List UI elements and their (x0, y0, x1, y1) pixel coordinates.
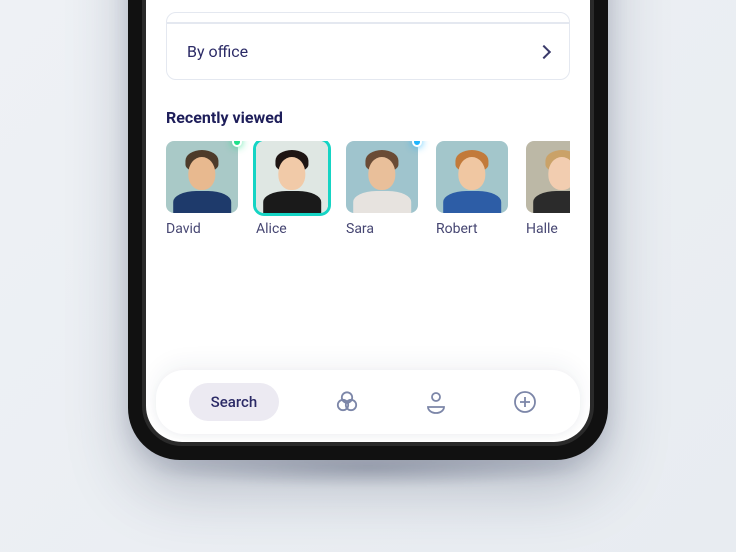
avatar[interactable] (346, 141, 418, 213)
avatar-wrap (256, 141, 328, 213)
filter-by-office-label: By office (187, 42, 248, 61)
person-name: Alice (256, 221, 328, 237)
phone-frame: By office Recently viewed David Alice Sara… (128, 0, 608, 460)
nav-search-label: Search (211, 393, 258, 411)
avatar-image (436, 141, 508, 213)
nav-profile-icon[interactable] (414, 380, 458, 424)
avatar-image (256, 141, 328, 213)
avatar[interactable] (436, 141, 508, 213)
filter-row-hidden-top[interactable] (167, 13, 569, 23)
avatar-image (526, 141, 570, 213)
screen: By office Recently viewed David Alice Sara… (146, 0, 590, 442)
nav-add-icon[interactable] (503, 380, 547, 424)
filter-by-office[interactable]: By office (167, 23, 569, 79)
avatar-wrap (436, 141, 508, 213)
filter-card: By office (166, 12, 570, 80)
recently-viewed-title: Recently viewed (166, 108, 570, 127)
avatar-image (166, 141, 238, 213)
avatar[interactable] (166, 141, 238, 213)
status-dot-icon (232, 141, 242, 147)
person-name: Sara (346, 221, 418, 237)
avatar[interactable] (526, 141, 570, 213)
avatar[interactable] (256, 141, 328, 213)
avatar-image (346, 141, 418, 213)
person-name: David (166, 221, 238, 237)
person-card[interactable]: Robert (436, 141, 508, 237)
person-name: Halle (526, 221, 570, 237)
status-dot-icon (412, 141, 422, 147)
person-card[interactable]: Sara (346, 141, 418, 237)
avatar-wrap (166, 141, 238, 213)
nav-search-button[interactable]: Search (189, 383, 280, 421)
chevron-right-icon (537, 44, 551, 58)
avatar-wrap (346, 141, 418, 213)
recently-viewed-list[interactable]: David Alice Sara Robert Halle (166, 141, 570, 237)
bottom-nav: Search (156, 370, 580, 434)
person-card[interactable]: David (166, 141, 238, 237)
person-card[interactable]: Alice (256, 141, 328, 237)
nav-people-icon[interactable] (325, 380, 369, 424)
person-name: Robert (436, 221, 508, 237)
avatar-wrap (526, 141, 570, 213)
person-card[interactable]: Halle (526, 141, 570, 237)
